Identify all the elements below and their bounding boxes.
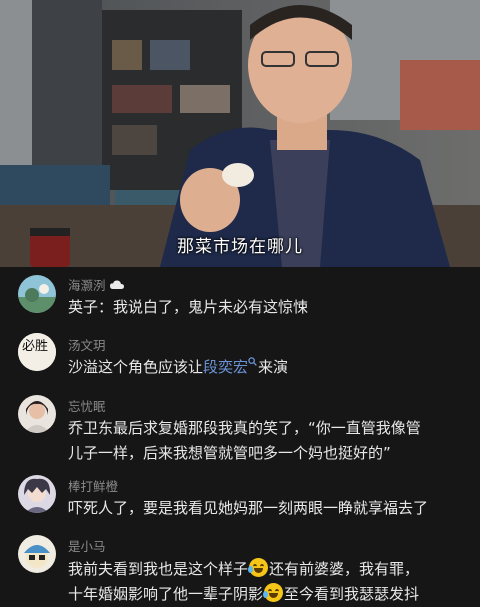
portrait-avatar-icon[interactable] bbox=[18, 395, 56, 433]
svg-text:必胜: 必胜 bbox=[22, 339, 48, 354]
search-icon[interactable] bbox=[248, 357, 257, 366]
anime-avatar-icon[interactable] bbox=[18, 475, 56, 513]
laughing-crying-emoji-icon bbox=[248, 558, 269, 577]
comment-line: 乔卫东最后求复婚那段我真的笑了，“你一直管我像管 bbox=[68, 419, 421, 437]
comment-username[interactable]: 棒打鲜橙 bbox=[68, 476, 118, 495]
comment-text: 乔卫东最后求复婚那段我真的笑了，“你一直管我像管 儿子一样，后来我想管就管吧多一… bbox=[68, 416, 466, 466]
comment-username[interactable]: 海灏洌 bbox=[68, 275, 124, 294]
comment-username[interactable]: 是小马 bbox=[68, 536, 106, 555]
comment-text: 我前夫看到我也是这个样子 还有前婆婆，我有罪， 十年婚姻影响了他一辈子阴影 至今看到… bbox=[68, 557, 466, 607]
comment-text-before: 沙溢这个角色应该让 bbox=[68, 358, 204, 376]
comment-line: 儿子一样，后来我想管就管吧多一个妈也挺好的” bbox=[68, 444, 391, 462]
calligraphy-avatar-icon[interactable]: 必胜 bbox=[18, 333, 56, 371]
comment-text-after: 来演 bbox=[258, 358, 289, 376]
comment-text: 吓死人了，要是我看见她妈那一刻两眼一睁就享福去了 bbox=[68, 499, 429, 517]
search-link[interactable]: 段奕宏 bbox=[203, 358, 248, 376]
video-still-image bbox=[0, 0, 480, 267]
video-subtitle: 那菜市场在哪儿 bbox=[177, 237, 303, 257]
cloud-icon bbox=[109, 280, 124, 289]
video-frame[interactable]: 那菜市场在哪儿 bbox=[0, 0, 480, 267]
landscape-avatar-icon[interactable] bbox=[18, 275, 56, 313]
comment-line: 我前夫看到我也是这个样子 还有前婆婆，我有罪， bbox=[68, 558, 420, 578]
comment-text: 英子：我说白了，鬼片未必有这惊悚 bbox=[68, 298, 309, 316]
comment-list: 海灏洌 英子：我说白了，鬼片未必有这惊悚 必胜 汤文玥 沙溢这个角色应该让段奕宏… bbox=[0, 267, 480, 607]
comment-username[interactable]: 忘忧眠 bbox=[68, 396, 106, 415]
cartoon-avatar-icon[interactable] bbox=[18, 535, 56, 573]
laughing-crying-emoji-icon bbox=[263, 583, 284, 602]
comment-text: 沙溢这个角色应该让段奕宏 来演 bbox=[68, 355, 466, 380]
comment-username[interactable]: 汤文玥 bbox=[68, 335, 106, 354]
comment-line: 十年婚姻影响了他一辈子阴影 至今看到我瑟瑟发抖 bbox=[68, 583, 420, 603]
